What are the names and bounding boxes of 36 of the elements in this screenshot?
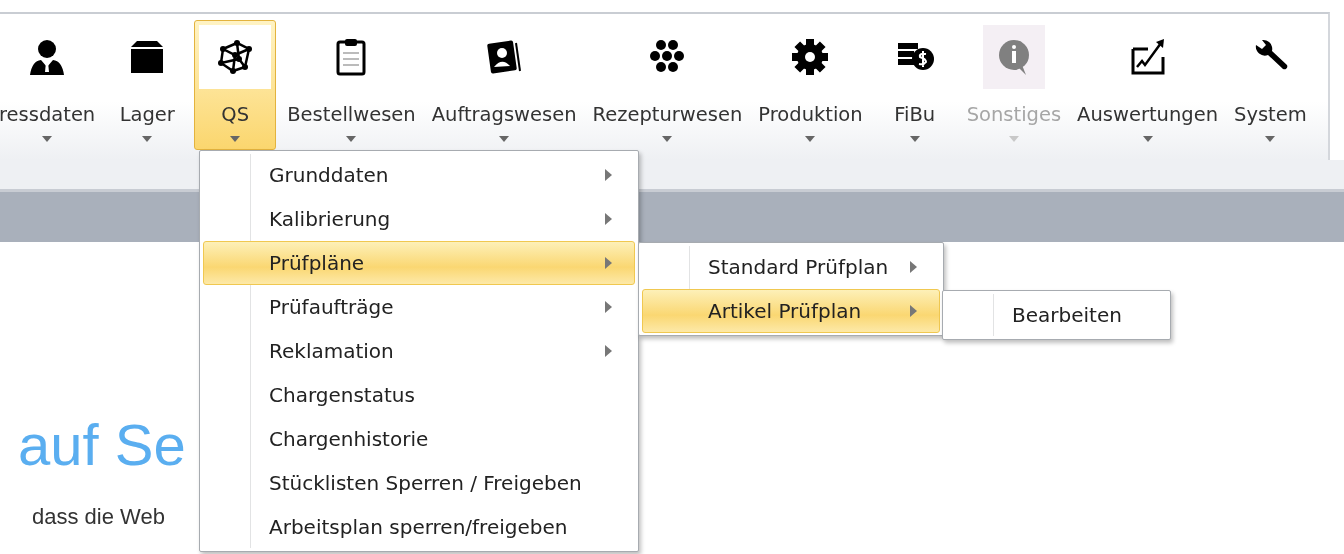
caret-icon bbox=[1142, 136, 1153, 142]
caret-icon bbox=[909, 136, 920, 142]
page-text: dass die Web bbox=[31, 504, 165, 530]
menu-item[interactable]: Reklamation bbox=[203, 329, 635, 373]
ribbon-button[interactable]: Produktion bbox=[753, 20, 868, 150]
menu-item[interactable]: Bearbeiten bbox=[946, 293, 1167, 337]
caret-icon bbox=[230, 136, 241, 142]
menu-item[interactable]: Arbeitsplan sperren/freigeben bbox=[203, 505, 635, 549]
menu-item[interactable]: Artikel Prüfplan bbox=[642, 289, 940, 333]
ribbon-button[interactable]: System bbox=[1229, 20, 1312, 150]
ribbon-button[interactable]: Auftragswesen bbox=[426, 20, 582, 150]
ribbon-button[interactable]: FiBu bbox=[873, 20, 956, 150]
menu-item[interactable]: Grunddaten bbox=[203, 153, 635, 197]
caret-icon bbox=[1008, 136, 1019, 142]
menu-item[interactable]: Chargenstatus bbox=[203, 373, 635, 417]
caret-icon bbox=[1265, 136, 1276, 142]
menu-item[interactable]: Standard Prüfplan bbox=[642, 245, 940, 289]
menu-item[interactable]: Prüfaufträge bbox=[203, 285, 635, 329]
caret-icon bbox=[142, 136, 153, 142]
menu-item[interactable]: Chargenhistorie bbox=[203, 417, 635, 461]
caret-icon bbox=[42, 136, 53, 142]
ribbon-button[interactable]: Lager bbox=[106, 20, 189, 150]
caret-icon bbox=[346, 136, 357, 142]
ribbon-button[interactable]: Rezepturwesen bbox=[587, 20, 748, 150]
menu-item[interactable]: Stücklisten Sperren / Freigeben bbox=[203, 461, 635, 505]
ribbon-button[interactable]: QS bbox=[194, 20, 277, 150]
ribbon-button[interactable]: Auswertungen bbox=[1072, 20, 1223, 150]
caret-icon bbox=[662, 136, 673, 142]
menu-item[interactable]: Kalibrierung bbox=[203, 197, 635, 241]
menu-item[interactable]: Prüfpläne bbox=[203, 241, 635, 285]
page-heading: auf Se bbox=[18, 411, 186, 479]
ribbon-button[interactable]: Bestellwesen bbox=[282, 20, 421, 150]
caret-icon bbox=[805, 136, 816, 142]
gear-icon bbox=[790, 37, 831, 77]
caret-icon bbox=[499, 136, 510, 142]
ribbon-button[interactable]: ressdaten bbox=[0, 20, 101, 150]
